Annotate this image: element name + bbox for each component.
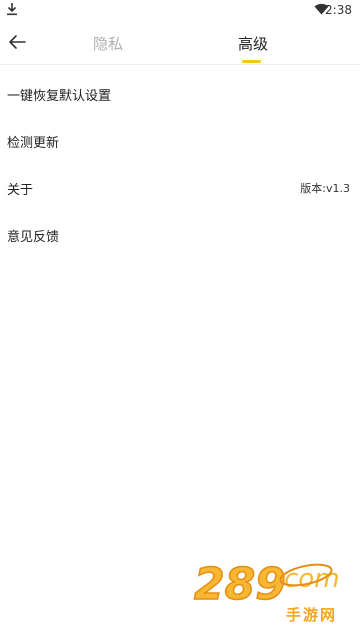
active-tab-indicator — [242, 60, 261, 63]
svg-text:289: 289 — [194, 559, 286, 610]
settings-item-feedback[interactable]: 意见反馈 — [0, 211, 360, 258]
status-time: 2:38 — [325, 3, 352, 17]
back-arrow-icon[interactable] — [6, 31, 28, 53]
settings-item-label: 一键恢复默认设置 — [7, 89, 112, 104]
settings-item-restore-defaults[interactable]: 一键恢复默认设置 — [0, 70, 360, 117]
settings-item-label: 关于 — [7, 183, 34, 198]
tab-advanced[interactable]: 高级 — [238, 33, 268, 54]
settings-item-about[interactable]: 关于 版本:v1.3 — [0, 164, 360, 211]
tab-privacy[interactable]: 隐私 — [93, 33, 123, 54]
status-bar: 2:38 — [0, 0, 360, 22]
version-text: 版本:v1.3 — [300, 182, 350, 195]
settings-item-label: 检测更新 — [7, 136, 60, 151]
watermark-text: 手游网 — [286, 606, 338, 624]
settings-list: 一键恢复默认设置 检测更新 关于 版本:v1.3 意见反馈 — [0, 70, 360, 258]
header-bar: 隐私 高级 — [0, 22, 360, 65]
settings-item-label: 意见反馈 — [7, 230, 60, 245]
settings-item-check-update[interactable]: 检测更新 — [0, 117, 360, 164]
download-icon — [7, 3, 17, 16]
